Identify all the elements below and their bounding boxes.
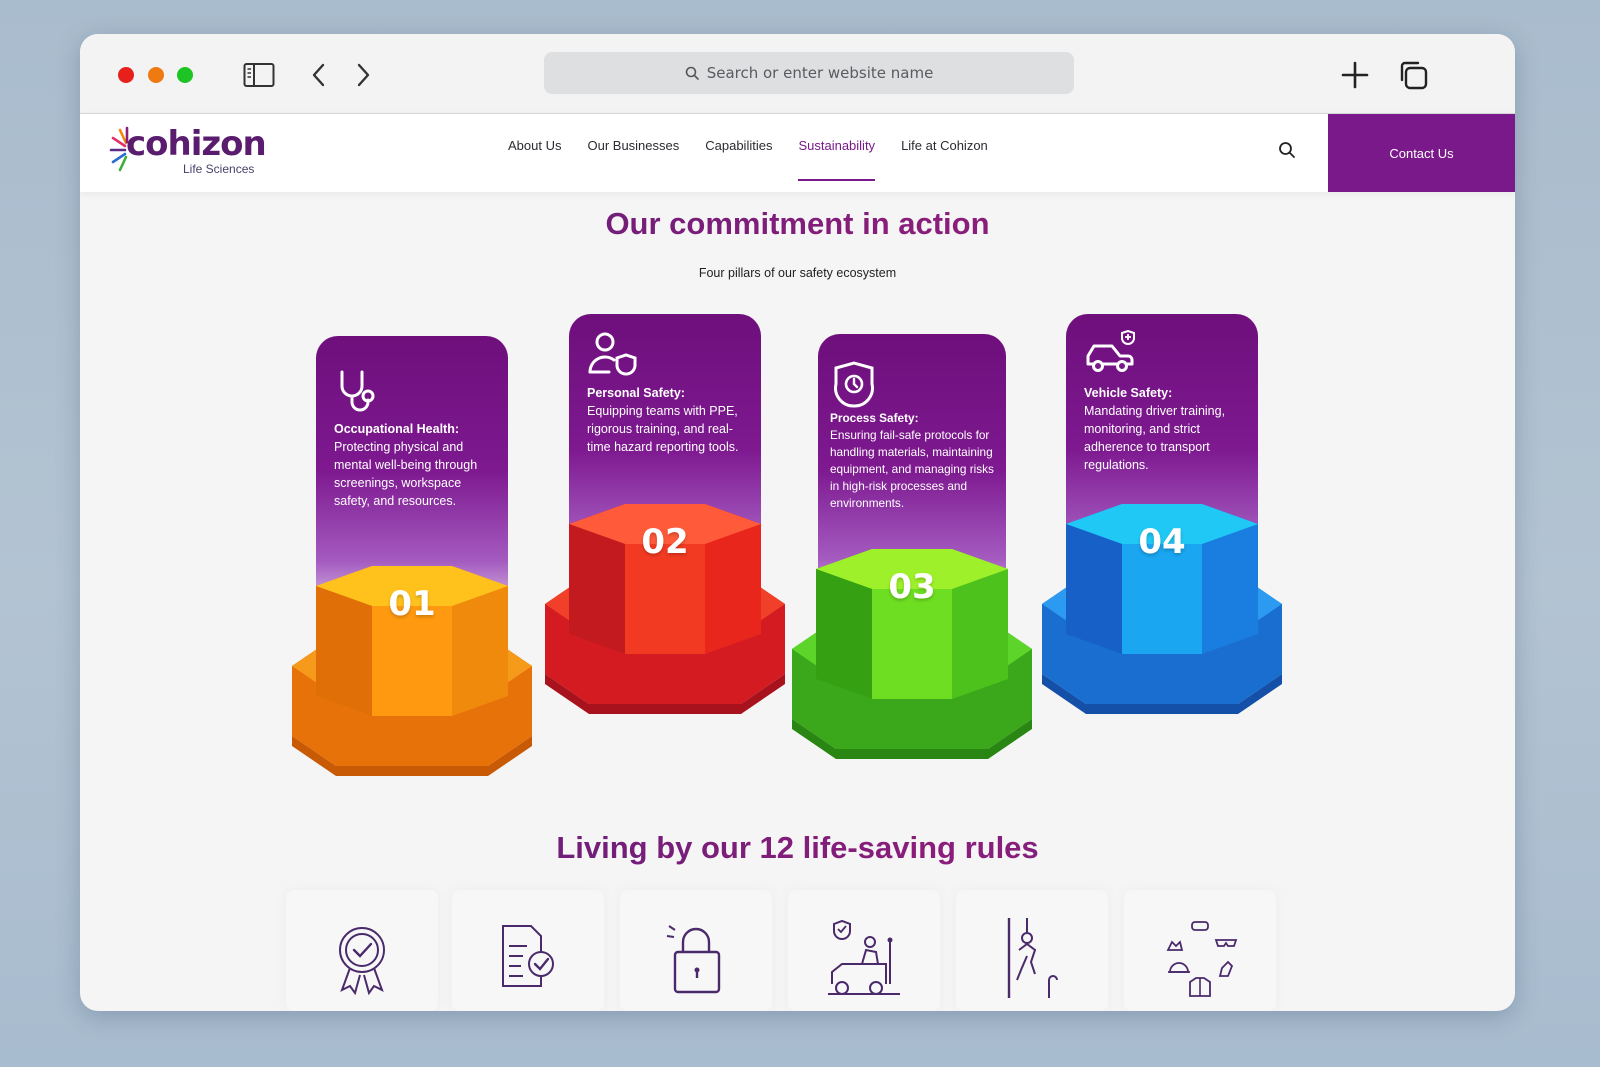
pillar-number: 03 xyxy=(888,567,936,607)
pillar-body: Protecting physical and mental well-bein… xyxy=(334,440,478,508)
main-nav: About Us Our Businesses Capabilities Sus… xyxy=(508,138,988,181)
forward-arrow-icon[interactable] xyxy=(346,58,380,92)
pillar-text: Vehicle Safety: Mandating driver trainin… xyxy=(1084,384,1244,474)
stethoscope-icon xyxy=(340,370,375,412)
pillar-number: 04 xyxy=(1138,522,1186,562)
document-check-icon xyxy=(502,925,554,987)
pillar-process-safety: Process Safety: Ensuring fail-safe proto… xyxy=(792,334,1032,814)
padlock-icon xyxy=(666,925,721,994)
pillar-number: 02 xyxy=(641,522,689,562)
car-shield-icon xyxy=(1086,330,1135,372)
pillar-occupational-health: Occupational Health: Protecting physical… xyxy=(292,336,532,816)
back-arrow-icon[interactable] xyxy=(302,58,336,92)
contact-us-button[interactable]: Contact Us xyxy=(1328,114,1515,192)
pillar-text: Process Safety: Ensuring fail-safe proto… xyxy=(830,410,1000,512)
rules-title: Living by our 12 life-saving rules xyxy=(80,830,1515,866)
search-icon xyxy=(685,66,699,80)
nav-our-businesses[interactable]: Our Businesses xyxy=(587,138,679,181)
minimize-window-button[interactable] xyxy=(148,67,164,83)
site-header: cohizon Life Sciences About Us Our Busin… xyxy=(80,114,1515,192)
pillar-text: Personal Safety: Equipping teams with PP… xyxy=(587,384,747,456)
browser-toolbar: Search or enter website name xyxy=(80,34,1515,114)
pillar-body: Mandating driver training, monitoring, a… xyxy=(1084,404,1226,472)
commitment-subtitle: Four pillars of our safety ecosystem xyxy=(698,266,897,280)
logo-subtitle: Life Sciences xyxy=(183,162,255,176)
sidebar-toggle-icon[interactable] xyxy=(242,58,276,92)
pillar-heading: Vehicle Safety: xyxy=(1084,386,1173,400)
pillar-personal-safety: Personal Safety: Equipping teams with PP… xyxy=(545,314,785,794)
logo-wordmark: cohizon xyxy=(126,124,267,164)
shield-clock-icon xyxy=(834,361,874,408)
pillar-text: Occupational Health: Protecting physical… xyxy=(334,420,494,510)
nav-about-us[interactable]: About Us xyxy=(508,138,561,181)
fall-protection-icon xyxy=(1007,918,1058,998)
rule-tile[interactable] xyxy=(788,890,940,1011)
nav-sustainability[interactable]: Sustainability xyxy=(798,138,875,181)
nav-capabilities[interactable]: Capabilities xyxy=(705,138,772,181)
pillar-body: Equipping teams with PPE, rigorous train… xyxy=(587,404,739,454)
pillar-heading: Personal Safety: xyxy=(587,386,685,400)
tab-overview-icon[interactable] xyxy=(1396,58,1430,92)
commitment-title: Our commitment in action xyxy=(80,206,1515,242)
address-placeholder: Search or enter website name xyxy=(706,64,934,82)
rule-tile[interactable] xyxy=(620,890,772,1011)
forklift-operator-icon xyxy=(828,919,900,995)
rule-tile[interactable] xyxy=(1124,890,1276,1011)
pillar-body: Ensuring fail-safe protocols for handlin… xyxy=(830,428,994,510)
pillar-heading: Process Safety: xyxy=(830,411,919,425)
rule-tile[interactable] xyxy=(452,890,604,1011)
rule-tile[interactable] xyxy=(286,890,438,1011)
cohizon-logo[interactable]: cohizon Life Sciences xyxy=(105,122,275,186)
new-tab-plus-icon[interactable] xyxy=(1338,58,1372,92)
close-window-button[interactable] xyxy=(118,67,134,83)
pillar-heading: Occupational Health: xyxy=(334,422,460,436)
pillar-number: 01 xyxy=(388,584,436,624)
award-ribbon-icon xyxy=(339,927,385,996)
user-shield-icon xyxy=(588,332,637,376)
rule-tile[interactable] xyxy=(956,890,1108,1011)
maximize-window-button[interactable] xyxy=(177,67,193,83)
browser-window: Search or enter website name cohizon Lif… xyxy=(80,34,1515,1011)
ppe-gear-icon xyxy=(1166,921,1238,997)
pillar-vehicle-safety: Vehicle Safety: Mandating driver trainin… xyxy=(1042,314,1282,794)
site-search-icon[interactable] xyxy=(1278,141,1300,163)
nav-life-at-cohizon[interactable]: Life at Cohizon xyxy=(901,138,988,181)
address-bar[interactable]: Search or enter website name xyxy=(544,52,1074,94)
